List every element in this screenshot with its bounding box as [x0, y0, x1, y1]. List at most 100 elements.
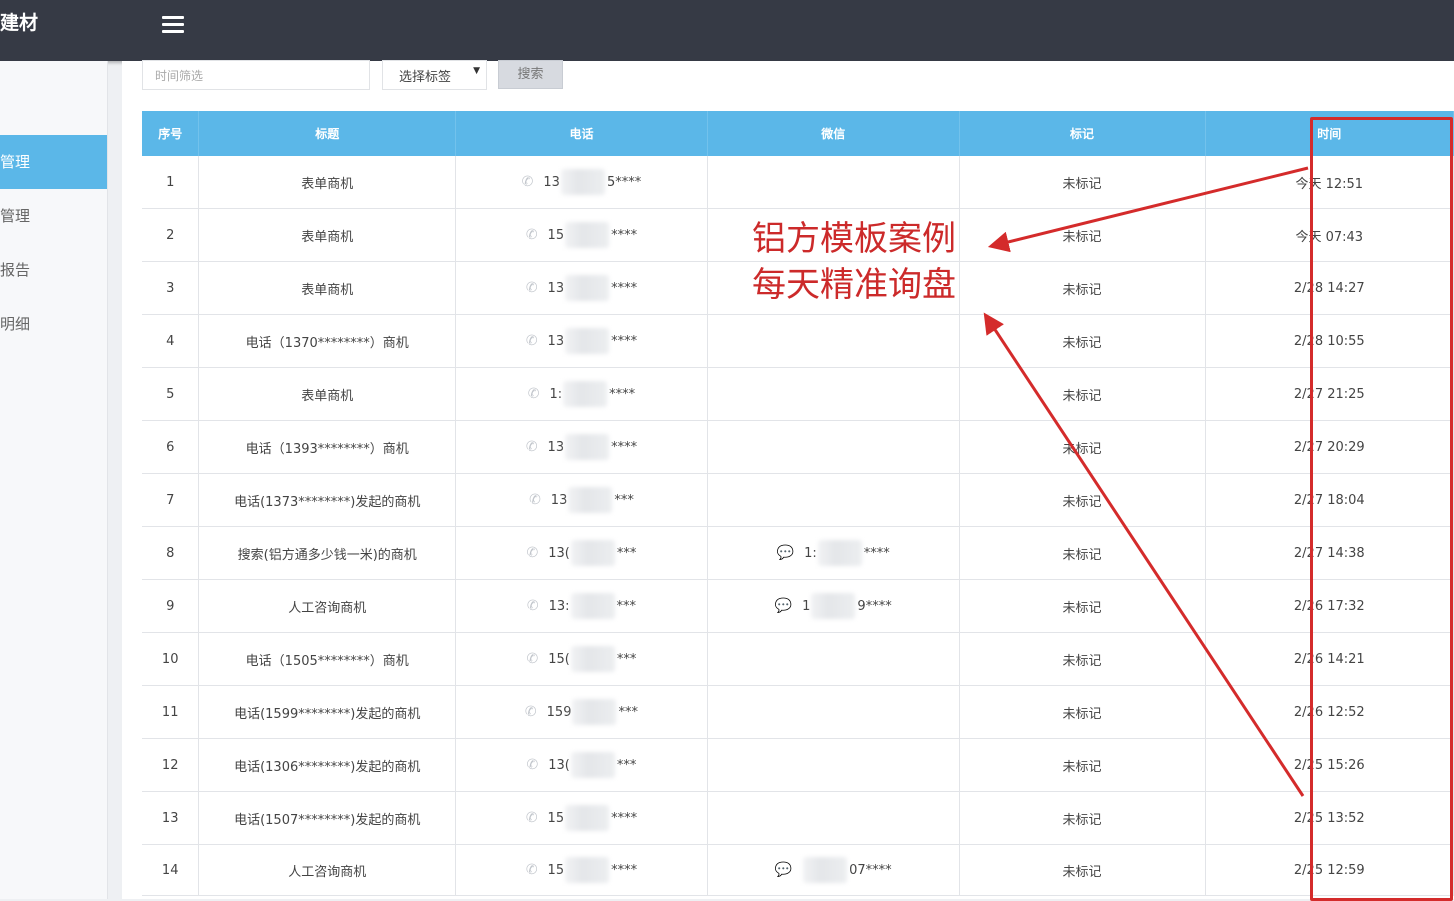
- table-row[interactable]: 9 人工咨询商机 ✆ 13: *** 💬 1 9**** 未标记 2/26 17:32: [142, 579, 1454, 633]
- phone-masked-suffix: ***: [616, 598, 637, 614]
- table-row[interactable]: 14 人工咨询商机 ✆ 15 **** 💬 07**** 未标记 2/25 12:59: [142, 844, 1454, 896]
- phone-masked-suffix: 5****: [606, 174, 642, 190]
- redacted-blur: [572, 699, 617, 725]
- phone-masked-suffix: ****: [611, 439, 638, 455]
- table-row[interactable]: 7 电话(1373********)发起的商机 ✆ 13 *** 未标记 2/27 18:0…: [142, 473, 1454, 527]
- annotation-line-2: 每天精准询盘: [752, 265, 956, 305]
- cell-time: 2/27 20:29: [1205, 420, 1454, 474]
- cell-phone[interactable]: ✆ 15 ****: [455, 844, 708, 896]
- cell-phone[interactable]: ✆ 13 ****: [455, 314, 708, 368]
- cell-wechat[interactable]: 💬 1: ****: [707, 526, 960, 580]
- cell-index: 11: [142, 685, 200, 739]
- cell-index: 6: [142, 420, 200, 474]
- cell-phone[interactable]: ✆ 13 ***: [455, 473, 708, 527]
- wechat-masked-suffix: 07****: [849, 862, 892, 878]
- redacted-blur: [811, 593, 856, 619]
- table-row[interactable]: 11 电话(1599********)发起的商机 ✆ 159 *** 未标记 2/26 12…: [142, 685, 1454, 739]
- phone-icon: ✆: [526, 757, 539, 773]
- table-row[interactable]: 12 电话(1306********)发起的商机 ✆ 13(*** 未标记 2/25 15…: [142, 738, 1454, 792]
- cell-mark: 未标记: [959, 579, 1206, 633]
- cell-title: 电话(1373********)发起的商机: [198, 473, 457, 527]
- cell-index: 8: [142, 526, 200, 580]
- wechat-prefix: 1:: [804, 545, 817, 561]
- phone-masked-suffix: ****: [611, 333, 638, 349]
- cell-index: 13: [142, 791, 200, 845]
- cell-phone[interactable]: ✆ 159 ***: [455, 685, 708, 739]
- cell-index: 5: [142, 367, 200, 421]
- phone-icon: ✆: [529, 492, 541, 508]
- column-header-wechat[interactable]: 微信: [707, 111, 960, 156]
- cell-wechat[interactable]: 💬 1 9****: [707, 579, 960, 633]
- cell-phone[interactable]: ✆ 1: ****: [455, 367, 708, 421]
- phone-masked-suffix: ****: [611, 810, 638, 826]
- phone-prefix: 13(: [548, 545, 570, 561]
- tag-select-label: 选择标签: [399, 70, 452, 85]
- cell-time: 2/26 17:32: [1205, 579, 1454, 633]
- time-filter-input[interactable]: 时间筛选: [142, 60, 370, 90]
- redacted-blur: [565, 434, 610, 460]
- cell-phone[interactable]: ✆ 13: ***: [455, 579, 708, 633]
- brand-logo-text: 建材: [0, 12, 39, 34]
- phone-prefix: 15: [547, 810, 565, 826]
- sidebar-item-details[interactable]: 明细: [0, 297, 107, 351]
- phone-prefix: 159: [546, 704, 572, 720]
- cell-mark: 未标记: [959, 844, 1206, 896]
- column-header-mark[interactable]: 标记: [959, 111, 1206, 156]
- wechat-icon: 💬: [774, 862, 793, 878]
- column-header-index[interactable]: 序号: [142, 111, 200, 156]
- redacted-blur: [570, 593, 615, 619]
- table-row[interactable]: 10 电话（1505********）商机 ✆ 15(*** 未标记 2/26 14:21: [142, 632, 1454, 686]
- phone-prefix: 1:: [549, 386, 563, 402]
- column-header-title[interactable]: 标题: [198, 111, 457, 156]
- wechat-icon: 💬: [774, 598, 793, 614]
- table-row[interactable]: 8 搜索(铝方通多少钱一米)的商机 ✆ 13(*** 💬 1: **** 未标记 2/27 14…: [142, 526, 1454, 580]
- cell-phone[interactable]: ✆ 13(***: [455, 526, 708, 580]
- cell-mark: 未标记: [959, 420, 1206, 474]
- wechat-prefix: 1: [802, 598, 811, 614]
- sidebar-item-report[interactable]: 报告: [0, 243, 107, 297]
- cell-phone[interactable]: ✆ 13 5****: [455, 156, 708, 209]
- table-row[interactable]: 6 电话（1393********）商机 ✆ 13 **** 未标记 2/27 20:29: [142, 420, 1454, 474]
- cell-index: 9: [142, 579, 200, 633]
- table-row[interactable]: 1 表单商机 ✆ 13 5**** 未标记 今天 12:51: [142, 156, 1454, 209]
- cell-time: 今天 12:51: [1205, 156, 1454, 209]
- cell-wechat[interactable]: 💬 07****: [707, 844, 960, 896]
- phone-icon: ✆: [526, 651, 539, 667]
- cell-index: 10: [142, 632, 200, 686]
- hamburger-menu-icon[interactable]: [162, 16, 184, 36]
- cell-index: 1: [142, 156, 200, 209]
- table-row[interactable]: 5 表单商机 ✆ 1: **** 未标记 2/27 21:25: [142, 367, 1454, 421]
- cell-title: 搜索(铝方通多少钱一米)的商机: [198, 526, 457, 580]
- sidebar-item-management-2[interactable]: 管理: [0, 189, 107, 243]
- cell-time: 2/26 12:52: [1205, 685, 1454, 739]
- cell-mark: 未标记: [959, 314, 1206, 368]
- phone-prefix: 15: [547, 862, 565, 878]
- cell-phone[interactable]: ✆ 13 ****: [455, 261, 708, 315]
- cell-mark: 未标记: [959, 685, 1206, 739]
- search-button[interactable]: 搜索: [498, 60, 563, 89]
- redacted-blur: [565, 857, 610, 883]
- redacted-blur: [560, 169, 605, 195]
- table-row[interactable]: 13 电话(1507********)发起的商机 ✆ 15 **** 未标记 2/25 13…: [142, 791, 1454, 845]
- cell-mark: 未标记: [959, 261, 1206, 315]
- cell-wechat: [707, 314, 960, 368]
- cell-phone[interactable]: ✆ 13 ****: [455, 420, 708, 474]
- cell-time: 2/25 12:59: [1205, 844, 1454, 896]
- cell-mark: 未标记: [959, 632, 1206, 686]
- cell-title: 电话(1507********)发起的商机: [198, 791, 457, 845]
- redacted-blur: [565, 328, 610, 354]
- phone-icon: ✆: [524, 704, 537, 720]
- cell-phone[interactable]: ✆ 13(***: [455, 738, 708, 792]
- cell-phone[interactable]: ✆ 15 ****: [455, 208, 708, 262]
- tag-select-dropdown[interactable]: 选择标签 ▼: [382, 60, 487, 90]
- cell-title: 表单商机: [198, 208, 457, 262]
- column-header-phone[interactable]: 电话: [455, 111, 708, 156]
- cell-phone[interactable]: ✆ 15(***: [455, 632, 708, 686]
- table-row[interactable]: 4 电话（1370********）商机 ✆ 13 **** 未标记 2/28 10:55: [142, 314, 1454, 368]
- cell-phone[interactable]: ✆ 15 ****: [455, 791, 708, 845]
- cell-wechat: [707, 420, 960, 474]
- sidebar-item-management[interactable]: 管理: [0, 135, 107, 189]
- cell-title: 表单商机: [198, 367, 457, 421]
- column-header-time[interactable]: 时间: [1205, 111, 1454, 156]
- phone-masked-suffix: ***: [616, 545, 637, 561]
